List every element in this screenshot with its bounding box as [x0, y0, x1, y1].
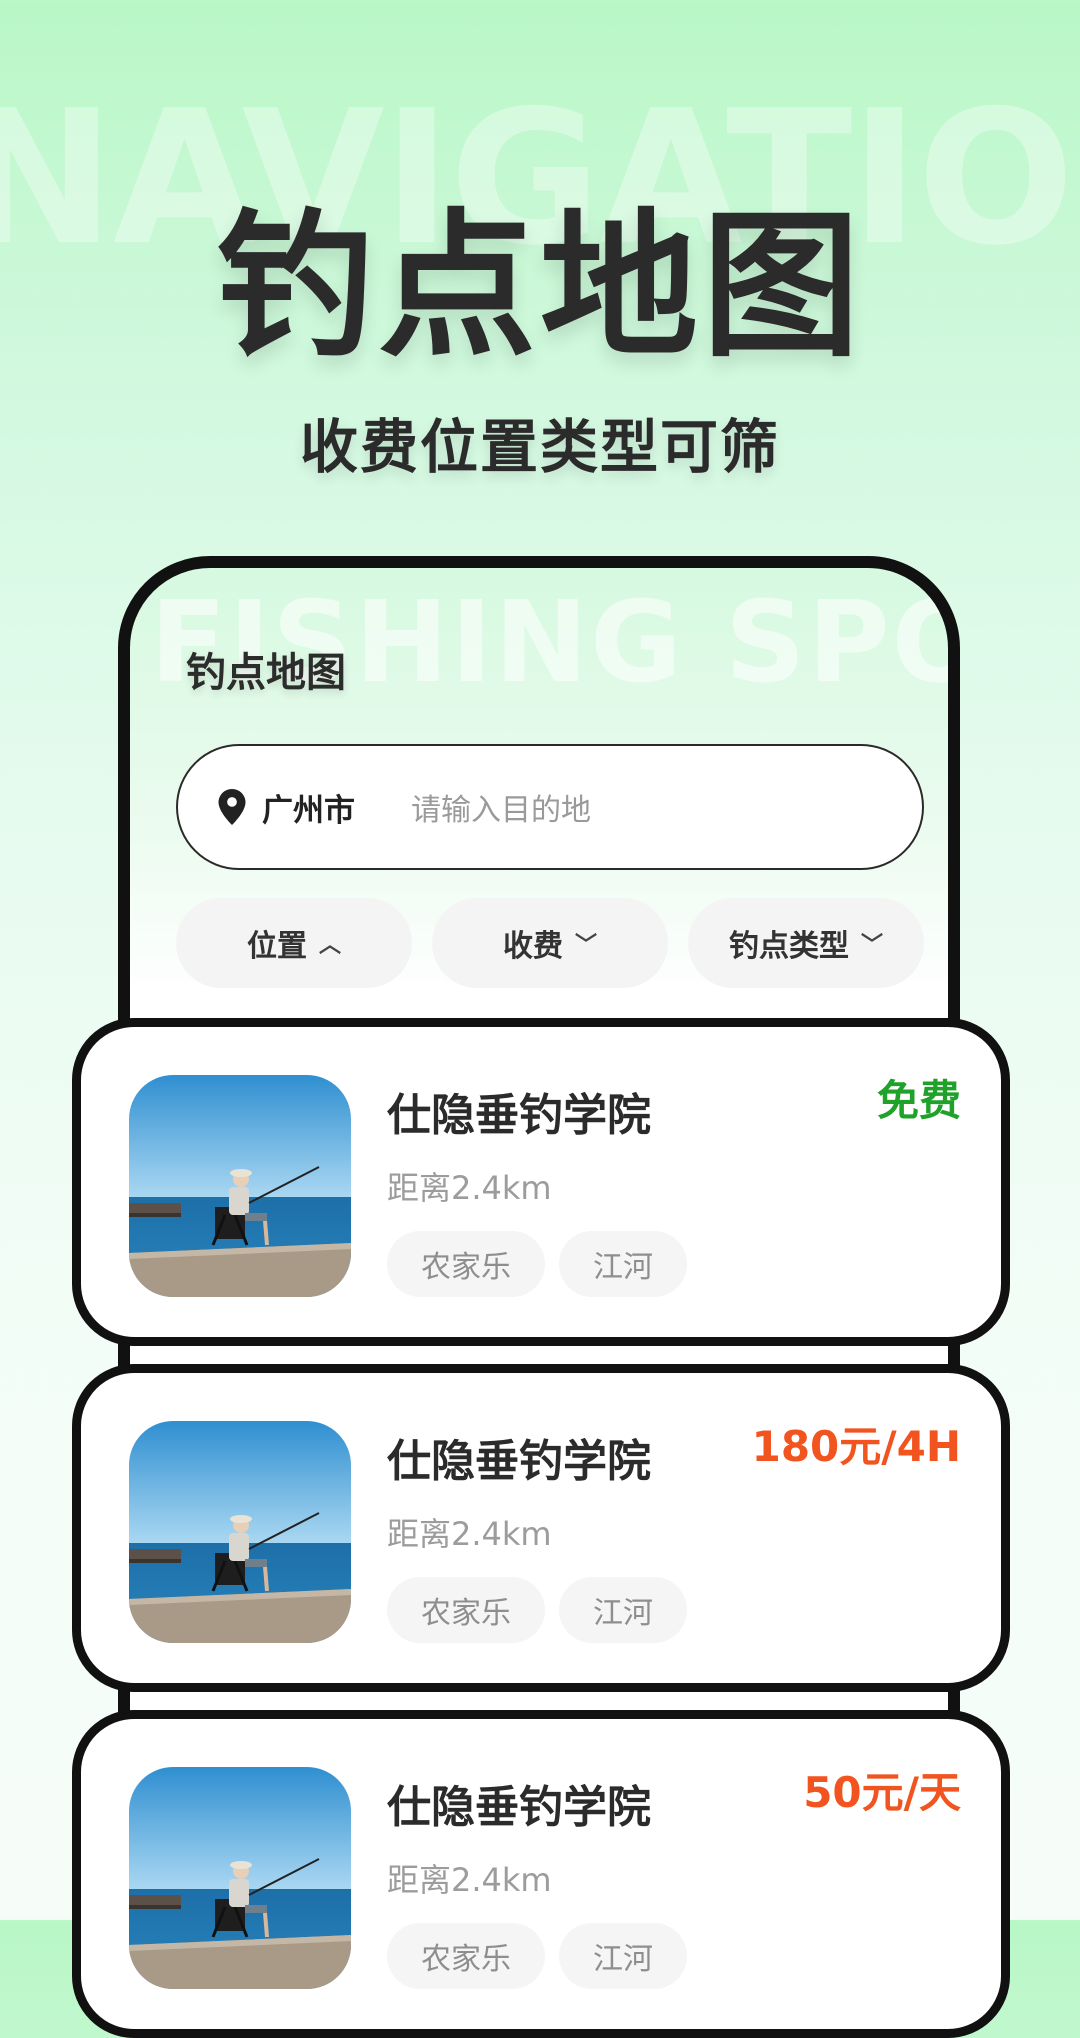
spot-tag: 江河	[559, 1231, 687, 1297]
spot-name: 仕隐垂钓学院	[387, 1436, 651, 1487]
spot-tag: 农家乐	[387, 1231, 545, 1297]
search-input[interactable]: 请输入目的地	[411, 785, 591, 829]
hero-subtitle: 收费位置类型可筛	[299, 413, 780, 481]
filter-location[interactable]: 位置 ︿	[176, 898, 412, 988]
filter-bar: 位置 ︿ 收费 ﹀ 钓点类型 ﹀	[176, 898, 924, 988]
hero-title: 钓点地图	[216, 195, 864, 379]
fishing-photo	[129, 1421, 351, 1643]
filter-spot-type-label: 钓点类型	[728, 929, 849, 964]
spot-photo	[129, 1767, 351, 1989]
spot-card[interactable]: 仕隐垂钓学院 免费 距离2.4km 农家乐 江河	[72, 1018, 1010, 1346]
spot-photo	[129, 1075, 351, 1297]
spot-tag: 农家乐	[387, 1577, 545, 1643]
spot-tag: 江河	[559, 1923, 687, 1989]
spot-card[interactable]: 仕隐垂钓学院 50元/天 距离2.4km 农家乐 江河	[72, 1710, 1010, 2038]
spot-price: 180元/4H	[751, 1422, 961, 1471]
filter-fee-label: 收费	[502, 929, 563, 964]
filter-spot-type[interactable]: 钓点类型 ﹀	[688, 898, 924, 988]
spot-tag: 江河	[559, 1577, 687, 1643]
search-bar[interactable]: 广州市 请输入目的地	[176, 744, 924, 870]
spot-photo	[129, 1421, 351, 1643]
filter-location-label: 位置	[246, 929, 307, 964]
city-selector[interactable]: 广州市	[262, 785, 355, 830]
spot-tags: 农家乐 江河	[387, 1231, 687, 1297]
spot-name: 仕隐垂钓学院	[387, 1782, 651, 1833]
page-title: 钓点地图	[186, 650, 346, 696]
spot-tag: 农家乐	[387, 1923, 545, 1989]
spot-card[interactable]: 仕隐垂钓学院 180元/4H 距离2.4km 农家乐 江河	[72, 1364, 1010, 1692]
spot-distance: 距离2.4km	[387, 1169, 552, 1207]
spot-tags: 农家乐 江河	[387, 1923, 687, 1989]
fishing-photo	[129, 1767, 351, 1989]
fishing-photo	[129, 1075, 351, 1297]
spot-distance: 距离2.4km	[387, 1515, 552, 1553]
spot-price: 免费	[876, 1076, 961, 1125]
chevron-up-icon: ︿	[318, 933, 341, 958]
chevron-down-icon: ﹀	[860, 933, 883, 958]
spot-name: 仕隐垂钓学院	[387, 1090, 651, 1141]
filter-fee[interactable]: 收费 ﹀	[432, 898, 668, 988]
chevron-down-icon: ﹀	[574, 933, 597, 958]
spot-price: 50元/天	[803, 1768, 961, 1817]
spot-distance: 距离2.4km	[387, 1861, 552, 1899]
spot-tags: 农家乐 江河	[387, 1577, 687, 1643]
location-pin-icon	[218, 789, 246, 825]
